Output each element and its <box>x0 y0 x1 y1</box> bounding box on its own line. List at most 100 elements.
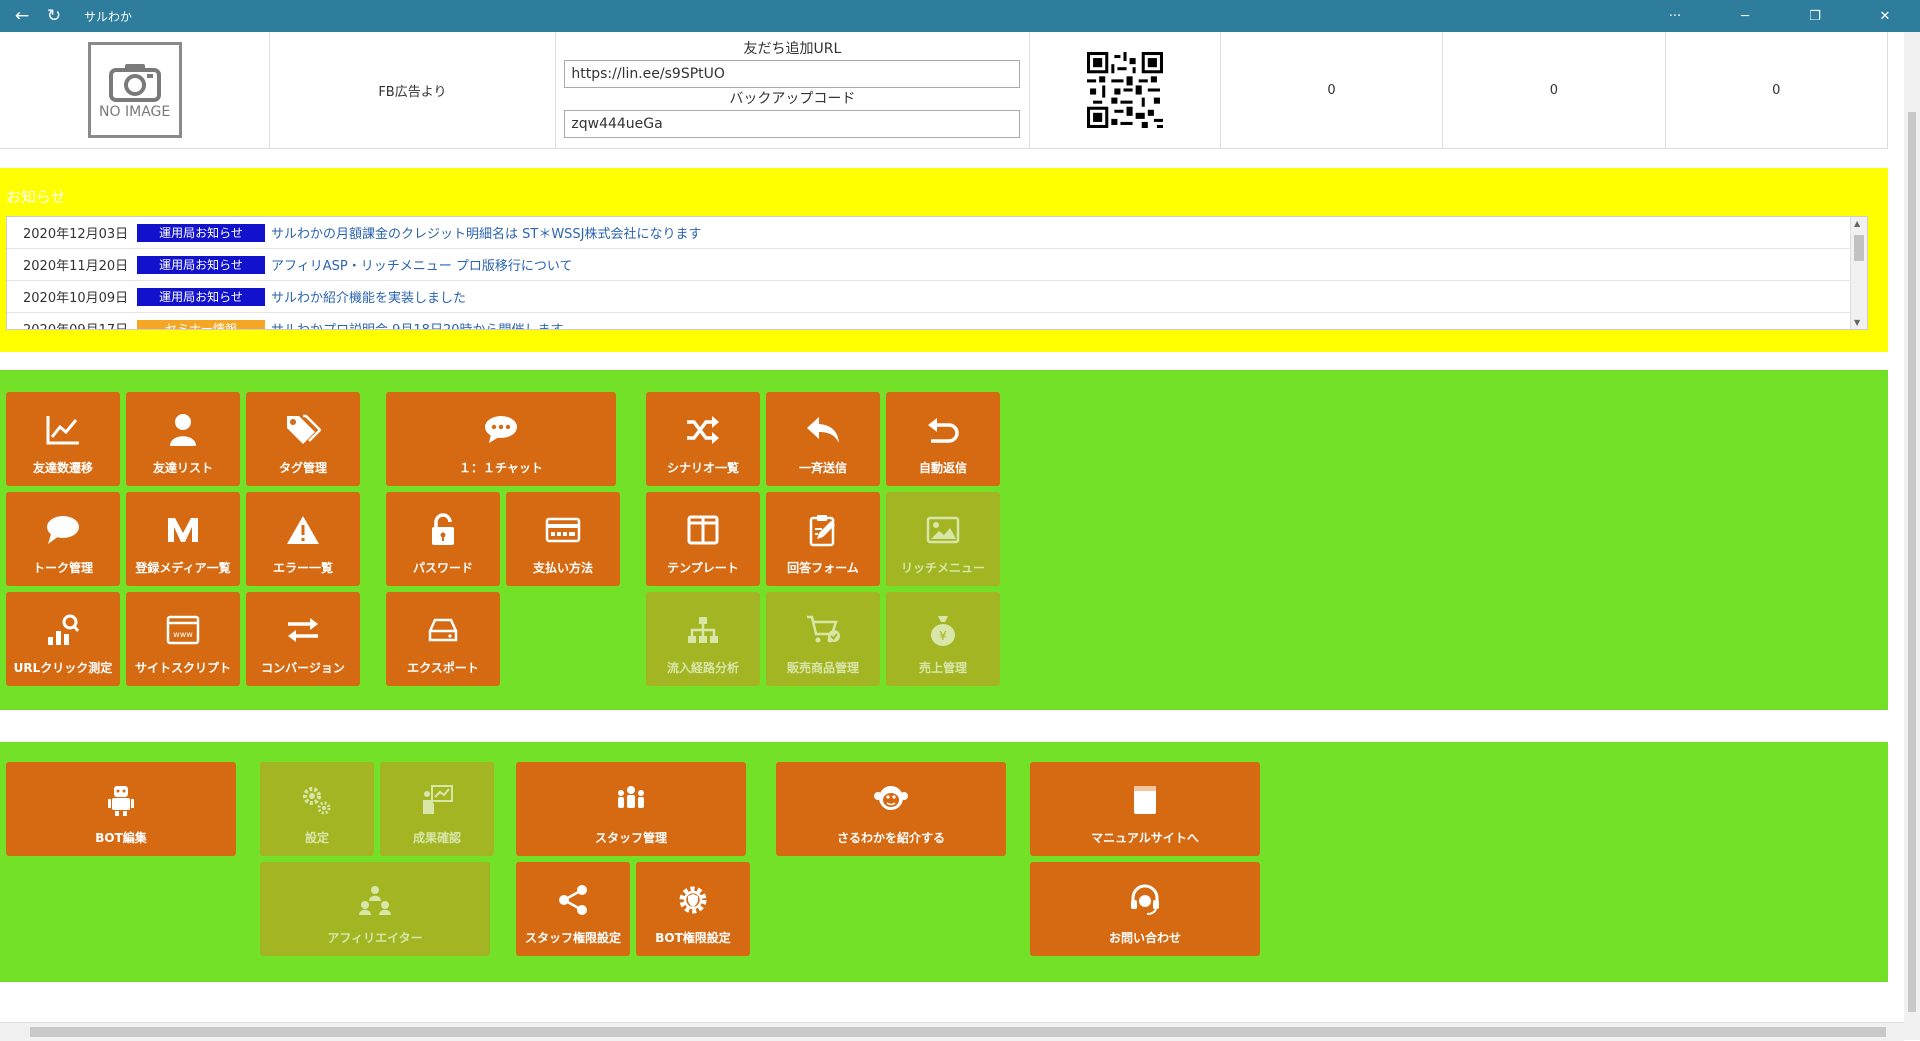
vertical-scroll-thumb[interactable] <box>1908 112 1916 1012</box>
notice-list[interactable]: 2020年12月03日 運用局お知らせ サルわかの月額課金のクレジット明細名は … <box>6 216 1868 330</box>
notice-date: 2020年11月20日 <box>23 259 129 274</box>
tile-label: 一斉送信 <box>798 461 847 475</box>
product-manage-button[interactable]: 販売商品管理 <box>766 592 880 686</box>
notice-item[interactable]: 2020年12月03日 運用局お知らせ サルわかの月額課金のクレジット明細名は … <box>7 217 1867 249</box>
tile-label: コンバージョン <box>261 661 345 675</box>
notice-link[interactable]: アフィリASP・リッチメニュー プロ版移行について <box>271 255 572 274</box>
notice-section: お知らせ 2020年12月03日 運用局お知らせ サルわかの月額課金のクレジット… <box>0 168 1888 352</box>
camera-icon <box>108 64 161 102</box>
tile-label: BOT編集 <box>95 831 147 845</box>
network-users-icon <box>359 886 391 915</box>
auto-reply-button[interactable]: 自動返信 <box>886 392 1000 486</box>
share-icon <box>559 885 587 915</box>
close-button[interactable]: ✕ <box>1850 0 1920 32</box>
back-icon[interactable]: ← <box>6 0 38 32</box>
more-icon[interactable]: ··· <box>1640 0 1710 32</box>
chat-button[interactable]: １：１チャット <box>386 392 616 486</box>
monkey-icon <box>874 786 908 810</box>
tile-label: スタッフ管理 <box>594 831 667 845</box>
backup-code-field[interactable] <box>564 110 1021 138</box>
main-menu-panel: 友達数遷移 友達リスト タグ管理 トーク管理 登録メディア一覧 エラー一覧 UR… <box>0 370 1888 710</box>
error-list-button[interactable]: エラー一覧 <box>246 492 360 586</box>
bot-permission-button[interactable]: BOT権限設定 <box>636 862 750 956</box>
affiliator-button[interactable]: アフィリエイター <box>260 862 490 956</box>
friend-record-row: NO IMAGE FB広告より 友だち追加URL バックアップコード <box>0 32 1888 149</box>
image-cell: NO IMAGE <box>0 32 271 148</box>
minimize-button[interactable]: ─ <box>1710 0 1780 32</box>
tile-label: タグ管理 <box>278 461 327 475</box>
tags-icon <box>287 414 321 444</box>
tile-label: スタッフ権限設定 <box>524 931 621 945</box>
browser-www-icon: www <box>166 615 200 645</box>
cart-check-icon <box>807 615 840 643</box>
sales-manage-button[interactable]: ¥ 売上管理 <box>886 592 1000 686</box>
scroll-down-icon[interactable]: ▼ <box>1854 318 1860 327</box>
friend-trend-button[interactable]: 友達数遷移 <box>6 392 120 486</box>
count-value-3: 0 <box>1772 82 1781 98</box>
count-value-2: 0 <box>1549 82 1559 98</box>
scroll-up-icon[interactable]: ▲ <box>1854 219 1860 228</box>
site-script-button[interactable]: www サイトスクリプト <box>126 592 240 686</box>
friend-list-button[interactable]: 友達リスト <box>126 392 240 486</box>
template-button[interactable]: テンプレート <box>646 492 760 586</box>
tile-label: 友達数遷移 <box>32 461 93 475</box>
presentation-icon <box>423 785 453 814</box>
contact-button[interactable]: お問い合わせ <box>1030 862 1260 956</box>
tile-label: 登録メディア一覧 <box>135 561 231 575</box>
results-button[interactable]: 成果確認 <box>380 762 494 856</box>
warning-icon <box>287 516 319 544</box>
qr-code-icon[interactable] <box>1087 52 1164 128</box>
friend-url-field[interactable] <box>564 60 1021 88</box>
broadcast-button[interactable]: 一斉送信 <box>766 392 880 486</box>
money-bag-icon: ¥ <box>931 616 955 646</box>
tile-label: マニュアルサイトへ <box>1091 831 1199 845</box>
notice-scroll-thumb[interactable] <box>1854 235 1864 261</box>
speech-bubble-icon <box>47 516 79 544</box>
count-value-1: 0 <box>1327 82 1336 98</box>
media-list-button[interactable]: 登録メディア一覧 <box>126 492 240 586</box>
manual-site-button[interactable]: マニュアルサイトへ <box>1030 762 1260 856</box>
notice-date: 2020年09月17日 <box>7 319 137 329</box>
undo-icon <box>928 418 959 443</box>
notice-link[interactable]: サルわかの月額課金のクレジット明細名は ST＊WSSJ株式会社になります <box>271 223 702 242</box>
payment-button[interactable]: 支払い方法 <box>506 492 620 586</box>
tile-label: 自動返信 <box>918 461 967 475</box>
staff-manage-button[interactable]: スタッフ管理 <box>516 762 746 856</box>
scenario-list-button[interactable]: シナリオ一覧 <box>646 392 760 486</box>
notice-item[interactable]: 2020年10月09日 運用局お知らせ サルわか紹介機能を実装しました <box>7 281 1867 313</box>
horizontal-scrollbar[interactable] <box>0 1022 1904 1041</box>
url-cell: 友だち追加URL バックアップコード <box>556 32 1031 148</box>
robot-icon <box>108 786 134 816</box>
inflow-analysis-button[interactable]: 流入経路分析 <box>646 592 760 686</box>
tile-label: 設定 <box>304 831 329 845</box>
tile-label: 回答フォーム <box>787 561 859 575</box>
rich-menu-button[interactable]: リッチメニュー <box>886 492 1000 586</box>
vertical-scrollbar[interactable] <box>1904 32 1920 1040</box>
secondary-menu-panel: BOT編集 設定 成果確認 アフィリエイター スタッフ管理 スタッフ権限設定 B… <box>0 742 1888 982</box>
answer-form-button[interactable]: 回答フォーム <box>766 492 880 586</box>
url-click-button[interactable]: URLクリック測定 <box>6 592 120 686</box>
tile-label: トーク管理 <box>32 561 93 575</box>
notice-scrollbar[interactable]: ▲ ▼ <box>1850 217 1867 329</box>
conversion-button[interactable]: コンバージョン <box>246 592 360 686</box>
horizontal-scroll-thumb[interactable] <box>30 1027 1886 1037</box>
notice-item[interactable]: 2020年11月20日 運用局お知らせ アフィリASP・リッチメニュー プロ版移… <box>7 249 1867 281</box>
source-cell: FB広告より <box>270 32 556 148</box>
no-image-placeholder: NO IMAGE <box>87 42 182 138</box>
maximize-button[interactable]: ❐ <box>1780 0 1850 32</box>
notice-title: お知らせ <box>6 188 66 206</box>
notice-link[interactable]: サルわか紹介機能を実装しました <box>271 287 466 306</box>
password-button[interactable]: パスワード <box>386 492 500 586</box>
bar-chart-search-icon <box>48 614 80 645</box>
talk-manage-button[interactable]: トーク管理 <box>6 492 120 586</box>
refresh-icon[interactable]: ↻ <box>38 0 70 32</box>
introduce-button[interactable]: さるわかを紹介する <box>776 762 1006 856</box>
settings-button[interactable]: 設定 <box>260 762 374 856</box>
tag-manage-button[interactable]: タグ管理 <box>246 392 360 486</box>
notice-item[interactable]: 2020年09月17日 セミナー情報 サルわかプロ説明会 9月18日20時から開… <box>7 313 1867 329</box>
staff-permission-button[interactable]: スタッフ権限設定 <box>516 862 630 956</box>
notice-badge: 運用局お知らせ <box>137 223 265 242</box>
notice-link[interactable]: サルわかプロ説明会 9月18日20時から開催します <box>271 319 564 329</box>
export-button[interactable]: エクスポート <box>386 592 500 686</box>
bot-edit-button[interactable]: BOT編集 <box>6 762 236 856</box>
